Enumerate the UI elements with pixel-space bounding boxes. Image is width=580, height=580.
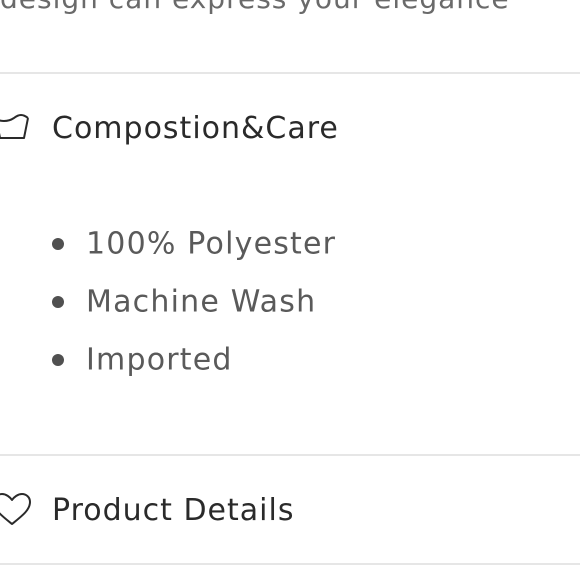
divider	[0, 72, 580, 74]
list-item-label: 100% Polyester	[86, 226, 337, 262]
accordion-product-details[interactable]: Product Details	[0, 480, 580, 540]
list-item: 100% Polyester	[0, 224, 580, 264]
bullet-dot-icon	[52, 238, 64, 250]
accordion-title: Product Details	[52, 492, 295, 528]
description-text: design can express your elegance	[0, 0, 510, 15]
divider	[0, 454, 580, 456]
list-item: Imported	[0, 340, 580, 380]
bullet-dot-icon	[52, 354, 64, 366]
heart-icon	[0, 493, 31, 525]
list-item-label: Imported	[86, 342, 233, 378]
product-info-page: design can express your elegance Compost…	[0, 0, 580, 580]
accordion-title: Compostion&Care	[52, 110, 339, 146]
divider	[0, 563, 580, 565]
list-item-label: Machine Wash	[86, 284, 317, 320]
accordion-composition-care[interactable]: Compostion&Care	[0, 98, 580, 158]
wash-basin-icon	[0, 114, 29, 139]
bullet-dot-icon	[52, 296, 64, 308]
list-item: Machine Wash	[0, 282, 580, 322]
